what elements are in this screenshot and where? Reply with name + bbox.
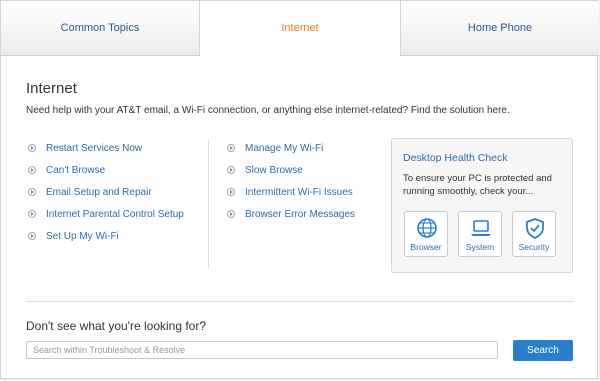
health-check-text: To ensure your PC is protected and runni… [403, 173, 552, 197]
arrow-circle-icon [28, 232, 36, 240]
tab-bar: Common Topics Internet Home Phone [1, 1, 599, 56]
link-label: Email Setup and Repair [46, 186, 152, 198]
link-set-up-wifi[interactable]: Set Up My Wi-Fi [28, 225, 184, 247]
laptop-icon [471, 220, 491, 236]
arrow-circle-icon [28, 188, 36, 196]
links-column-right: Manage My Wi-Fi Slow Browse Intermittent… [227, 137, 355, 225]
arrow-circle-icon [28, 144, 36, 152]
link-browser-errors[interactable]: Browser Error Messages [227, 203, 355, 225]
globe-icon [417, 218, 437, 238]
link-intermittent-wifi[interactable]: Intermittent Wi-Fi Issues [227, 181, 355, 203]
link-restart-services[interactable]: Restart Services Now [28, 137, 184, 159]
shield-check-icon [526, 218, 544, 239]
desktop-health-check-box: Desktop Health Check To ensure your PC i… [391, 138, 573, 273]
link-label: Set Up My Wi-Fi [46, 230, 119, 242]
link-email-setup[interactable]: Email Setup and Repair [28, 181, 184, 203]
system-button-label: System [465, 242, 495, 252]
column-divider [208, 139, 209, 269]
arrow-circle-icon [28, 166, 36, 174]
tab-home-phone[interactable]: Home Phone [400, 1, 599, 56]
arrow-circle-icon [28, 210, 36, 218]
search-heading: Don't see what you're looking for? [26, 319, 207, 333]
link-label: Intermittent Wi-Fi Issues [245, 186, 353, 198]
link-cant-browse[interactable]: Can't Browse [28, 159, 184, 181]
browser-button-label: Browser [410, 242, 442, 252]
arrow-circle-icon [227, 144, 235, 152]
section-title: Internet [26, 80, 77, 97]
tab-common-topics[interactable]: Common Topics [1, 1, 200, 56]
section-divider [26, 301, 574, 302]
health-check-title[interactable]: Desktop Health Check [403, 152, 507, 164]
link-label: Internet Parental Control Setup [46, 208, 184, 220]
link-label: Browser Error Messages [245, 208, 356, 220]
link-label: Restart Services Now [46, 142, 143, 154]
search-input[interactable] [26, 341, 498, 359]
security-check-button[interactable]: Security [512, 211, 556, 257]
arrow-circle-icon [227, 210, 235, 218]
security-button-label: Security [518, 242, 550, 252]
browser-check-button[interactable]: Browser [404, 211, 448, 257]
tab-internet[interactable]: Internet [200, 1, 400, 56]
arrow-circle-icon [227, 188, 235, 196]
system-check-button[interactable]: System [458, 211, 502, 257]
link-slow-browse[interactable]: Slow Browse [227, 159, 355, 181]
link-label: Can't Browse [46, 164, 106, 176]
link-label: Slow Browse [245, 164, 303, 176]
links-column-left: Restart Services Now Can't Browse Email … [28, 137, 184, 247]
search-button[interactable]: Search [513, 340, 573, 361]
link-label: Manage My Wi-Fi [245, 142, 324, 154]
link-manage-wifi[interactable]: Manage My Wi-Fi [227, 137, 355, 159]
arrow-circle-icon [227, 166, 235, 174]
link-parental-control[interactable]: Internet Parental Control Setup [28, 203, 184, 225]
section-intro: Need help with your AT&T email, a Wi-Fi … [26, 105, 510, 116]
troubleshoot-panel: Common Topics Internet Home Phone Intern… [0, 0, 599, 379]
